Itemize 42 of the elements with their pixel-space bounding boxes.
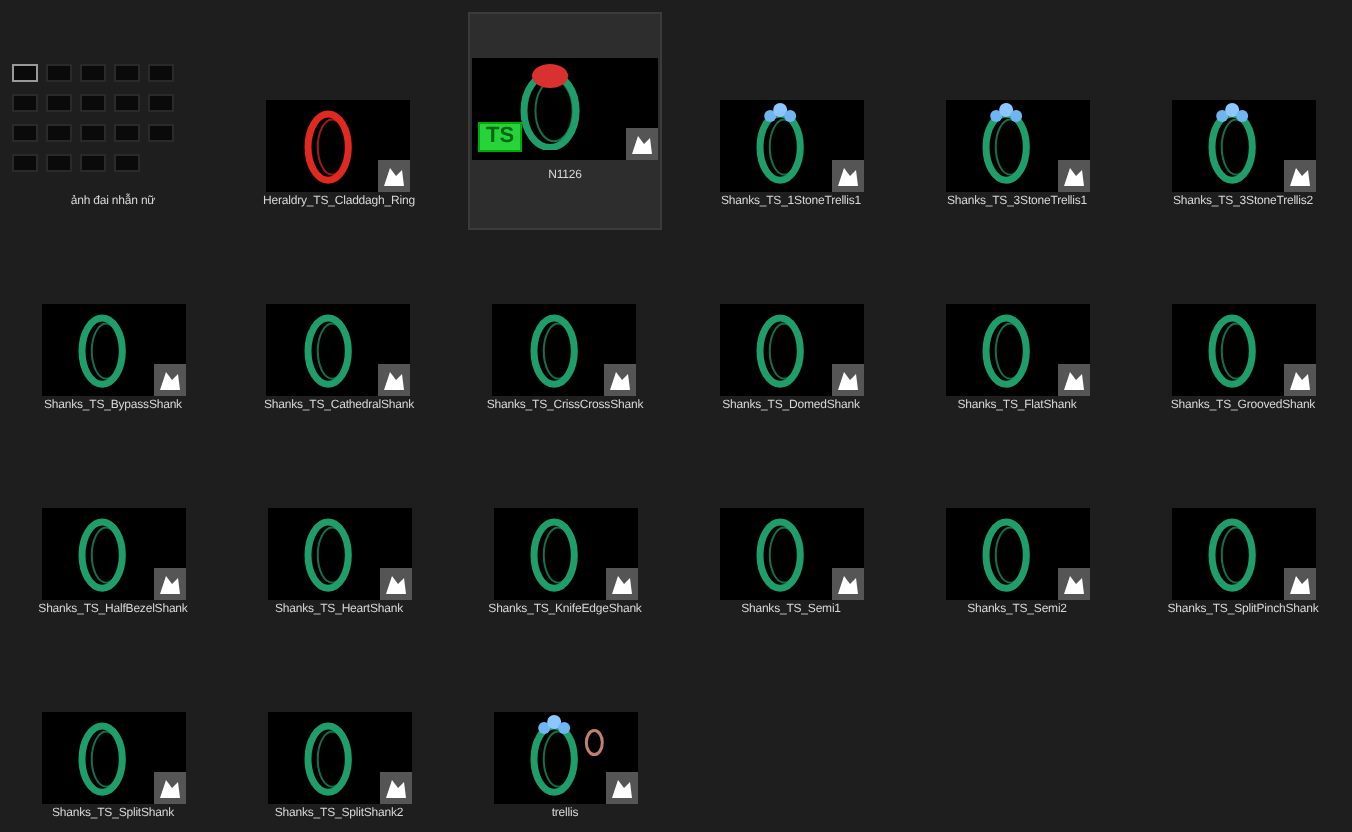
model-thumbnail[interactable] xyxy=(719,508,863,600)
model-thumbnail[interactable] xyxy=(41,712,185,804)
model-file-icon xyxy=(379,568,411,600)
model-file-icon xyxy=(605,568,637,600)
model-file-icon xyxy=(831,568,863,600)
model-file-icon xyxy=(1283,160,1315,192)
model-thumbnail[interactable] xyxy=(493,508,637,600)
model-file-icon xyxy=(604,364,637,396)
folder-thumbnails[interactable] xyxy=(12,64,174,172)
model-file-icon xyxy=(378,364,411,396)
model-thumbnail[interactable] xyxy=(719,100,863,192)
model-file-icon xyxy=(153,364,185,396)
model-file-icon xyxy=(605,772,637,804)
model-thumbnail[interactable] xyxy=(1171,100,1315,192)
model-file-icon xyxy=(1057,568,1089,600)
model-thumbnail[interactable] xyxy=(1171,508,1315,600)
model-thumbnail[interactable] xyxy=(492,304,637,396)
model-thumbnail[interactable] xyxy=(719,304,863,396)
model-thumbnail[interactable] xyxy=(41,508,185,600)
model-file-icon xyxy=(831,160,863,192)
model-thumbnail[interactable]: TS xyxy=(472,57,658,159)
model-thumbnail[interactable] xyxy=(267,712,411,804)
model-thumbnail[interactable] xyxy=(493,712,637,804)
model-file-icon xyxy=(378,160,411,192)
model-file-icon xyxy=(379,772,411,804)
model-thumbnail[interactable] xyxy=(267,508,411,600)
model-file-icon xyxy=(831,364,863,396)
model-file-icon xyxy=(1057,364,1089,396)
model-thumbnail[interactable] xyxy=(266,100,411,192)
model-file-icon xyxy=(1283,568,1315,600)
model-thumbnail[interactable] xyxy=(41,304,185,396)
model-thumbnail[interactable] xyxy=(945,304,1089,396)
model-thumbnail[interactable] xyxy=(945,100,1089,192)
ts-badge: TS xyxy=(478,121,523,151)
model-file-icon xyxy=(153,772,185,804)
model-file-icon xyxy=(153,568,185,600)
model-thumbnail[interactable] xyxy=(945,508,1089,600)
model-file-icon xyxy=(626,127,658,159)
model-file-icon xyxy=(1057,160,1089,192)
model-file-icon xyxy=(1283,364,1315,396)
model-thumbnail[interactable] xyxy=(266,304,411,396)
model-thumbnail[interactable] xyxy=(1171,304,1315,396)
